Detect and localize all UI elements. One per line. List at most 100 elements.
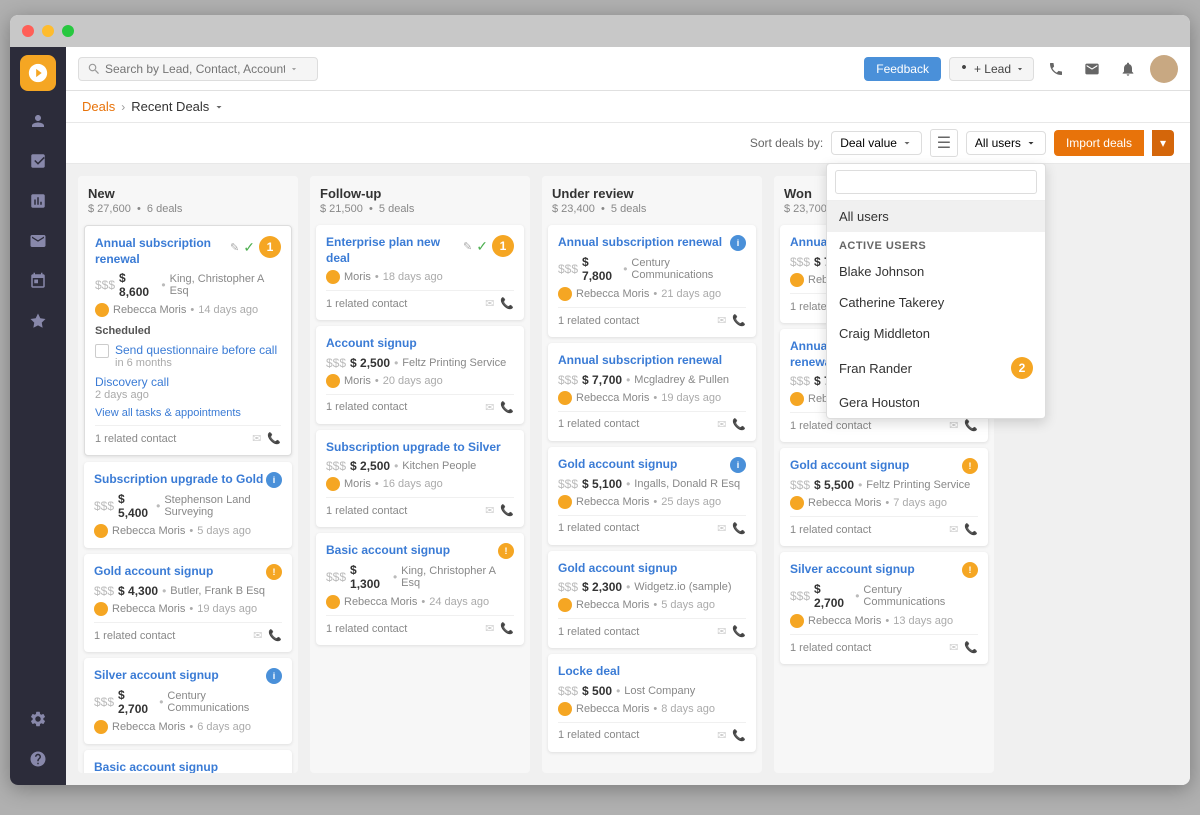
deal-footer-gold-won: 1 related contact ✉ 📞 [790,516,978,536]
user-avatar[interactable] [1150,55,1178,83]
email-card-icon-a2[interactable]: ✉ [717,314,726,327]
deal-card-locke: Locke deal $$$ $ 500 • Lost Company Rebe… [548,654,756,752]
sidebar-item-help[interactable] [20,741,56,777]
col-new-header: New $ 27,600 • 6 deals [78,176,298,221]
deal-title-gold-won[interactable]: Gold account signup [790,458,909,474]
deal-title-gold-signup2[interactable]: Gold account signup [558,457,677,473]
phone-card-icon-gs2[interactable]: 📞 [732,522,746,535]
import-deals-button[interactable]: Import deals [1054,130,1144,156]
dropdown-user-3[interactable]: Fran Rander 2 [827,349,1045,387]
phone-card-icon-a3[interactable]: 📞 [732,418,746,431]
dropdown-user-0[interactable]: Blake Johnson [827,256,1045,287]
list-view-icon[interactable]: ☰ [930,129,958,157]
deal-title-locke[interactable]: Locke deal [558,664,746,680]
deal-title-sub-gold1[interactable]: Subscription upgrade to Gold [94,472,263,488]
deal-title-gold-signup1[interactable]: Gold account signup [94,564,213,580]
check-icon-annual1[interactable]: ✓ [243,239,255,256]
task-checkbox[interactable] [95,344,109,358]
app-logo[interactable] [20,55,56,91]
phone-card-icon[interactable]: 📞 [267,432,281,445]
phone-card-icon-locke[interactable]: 📞 [732,729,746,742]
search-dropdown-icon[interactable] [289,64,299,74]
deal-title-account-signup2[interactable]: Account signup [326,336,514,352]
view-all-link[interactable]: View all tasks & appointments [95,407,281,419]
discovery-call-link[interactable]: Discovery call [95,375,281,389]
deal-title-annual3[interactable]: Annual subscription renewal [558,353,746,369]
phone-card-icon-su[interactable]: 📞 [500,504,514,517]
phone-card-icon-sw[interactable]: 📞 [964,641,978,654]
sort-dropdown[interactable]: Deal value [831,131,922,155]
phone-card-icon-aw2[interactable]: 📞 [964,419,978,432]
dropdown-user-2[interactable]: Craig Middleton [827,318,1045,349]
owner-avatar-gold-signup3 [558,598,572,612]
email-card-icon-bs2[interactable]: ✉ [485,622,494,635]
email-card-icon-gw[interactable]: ✉ [949,523,958,536]
sidebar-item-settings[interactable] [20,701,56,737]
deal-title-gold-signup3[interactable]: Gold account signup [558,561,746,577]
task-title[interactable]: Send questionnaire before call [115,343,281,357]
check-icon-enterprise1[interactable]: ✓ [476,238,488,255]
email-card-icon[interactable]: ✉ [252,432,261,445]
email-card-icon-gs3[interactable]: ✉ [717,625,726,638]
phone-card-icon-e1[interactable]: 📞 [500,297,514,310]
phone-card-icon-2[interactable]: 📞 [268,629,282,642]
email-card-icon-locke[interactable]: ✉ [717,729,726,742]
email-card-icon-a3[interactable]: ✉ [717,418,726,431]
notification-icon[interactable] [1114,55,1142,83]
email-card-icon-as2[interactable]: ✉ [485,401,494,414]
email-card-icon-2[interactable]: ✉ [253,629,262,642]
deal-title-silver1[interactable]: Silver account signup [94,668,219,684]
email-card-icon-sw[interactable]: ✉ [949,641,958,654]
sidebar-item-calendar[interactable] [20,263,56,299]
phone-card-icon-gs3[interactable]: 📞 [732,625,746,638]
search-input[interactable] [105,62,285,76]
deal-title-silver-won[interactable]: Silver account signup [790,562,915,578]
deal-badge-basic-signup2: ! [498,543,514,559]
search-bar[interactable] [78,57,318,81]
deal-title-basic-signup2[interactable]: Basic account signup [326,543,450,559]
add-lead-button[interactable]: + Lead [949,57,1034,81]
phone-card-icon-a2[interactable]: 📞 [732,314,746,327]
close-button[interactable] [22,25,34,37]
email-card-icon-e1[interactable]: ✉ [485,297,494,310]
users-filter-dropdown[interactable]: All users [966,131,1046,155]
deal-title-basic1[interactable]: Basic account signup [94,760,218,773]
phone-card-icon-bs2[interactable]: 📞 [500,622,514,635]
sidebar-item-integrations[interactable] [20,303,56,339]
dropdown-search-input[interactable] [835,170,1037,194]
minimize-button[interactable] [42,25,54,37]
email-card-icon-su[interactable]: ✉ [485,504,494,517]
col-new: New $ 27,600 • 6 deals Annual subscrip [78,176,298,773]
deal-title-silver-upgrade[interactable]: Subscription upgrade to Silver [326,440,514,456]
dropdown-user-4[interactable]: Gera Houston [827,387,1045,418]
feedback-button[interactable]: Feedback [864,57,941,81]
breadcrumb-deals-link[interactable]: Deals [82,99,115,114]
phone-card-icon-gw[interactable]: 📞 [964,523,978,536]
sidebar-item-deals[interactable] [20,143,56,179]
card-icons-locke: ✉ 📞 [717,729,746,742]
maximize-button[interactable] [62,25,74,37]
deal-amount-locke: $$$ $ 500 • Lost Company [558,684,746,698]
step-badge-2: 2 [1011,357,1033,379]
sidebar-item-contacts[interactable] [20,103,56,139]
breadcrumb-dropdown-icon[interactable] [213,101,225,113]
phone-card-icon-as2[interactable]: 📞 [500,401,514,414]
deal-footer-locke: 1 related contact ✉ 📞 [558,722,746,742]
dropdown-all-users[interactable]: All users [827,201,1045,232]
deal-title-annual2[interactable]: Annual subscription renewal [558,235,722,251]
edit-icon-enterprise1[interactable]: ✎ [463,240,472,253]
import-deals-arrow[interactable]: ▾ [1152,130,1174,156]
sidebar-item-mail[interactable] [20,223,56,259]
owner-avatar-annual1 [95,303,109,317]
edit-icon-annual1[interactable]: ✎ [230,241,239,254]
deal-card-gold-signup1: Gold account signup ! $$$ $ 4,300 • Butl… [84,554,292,652]
deal-title-annual1[interactable]: Annual subscription renewal [95,236,230,267]
phone-icon[interactable] [1042,55,1070,83]
dropdown-user-1[interactable]: Catherine Takerey [827,287,1045,318]
mail-icon[interactable] [1078,55,1106,83]
deal-title-enterprise1[interactable]: Enterprise plan new deal [326,235,463,266]
email-card-icon-aw2[interactable]: ✉ [949,419,958,432]
email-card-icon-gs2[interactable]: ✉ [717,522,726,535]
owner-avatar-annual2 [558,287,572,301]
sidebar-item-reports[interactable] [20,183,56,219]
